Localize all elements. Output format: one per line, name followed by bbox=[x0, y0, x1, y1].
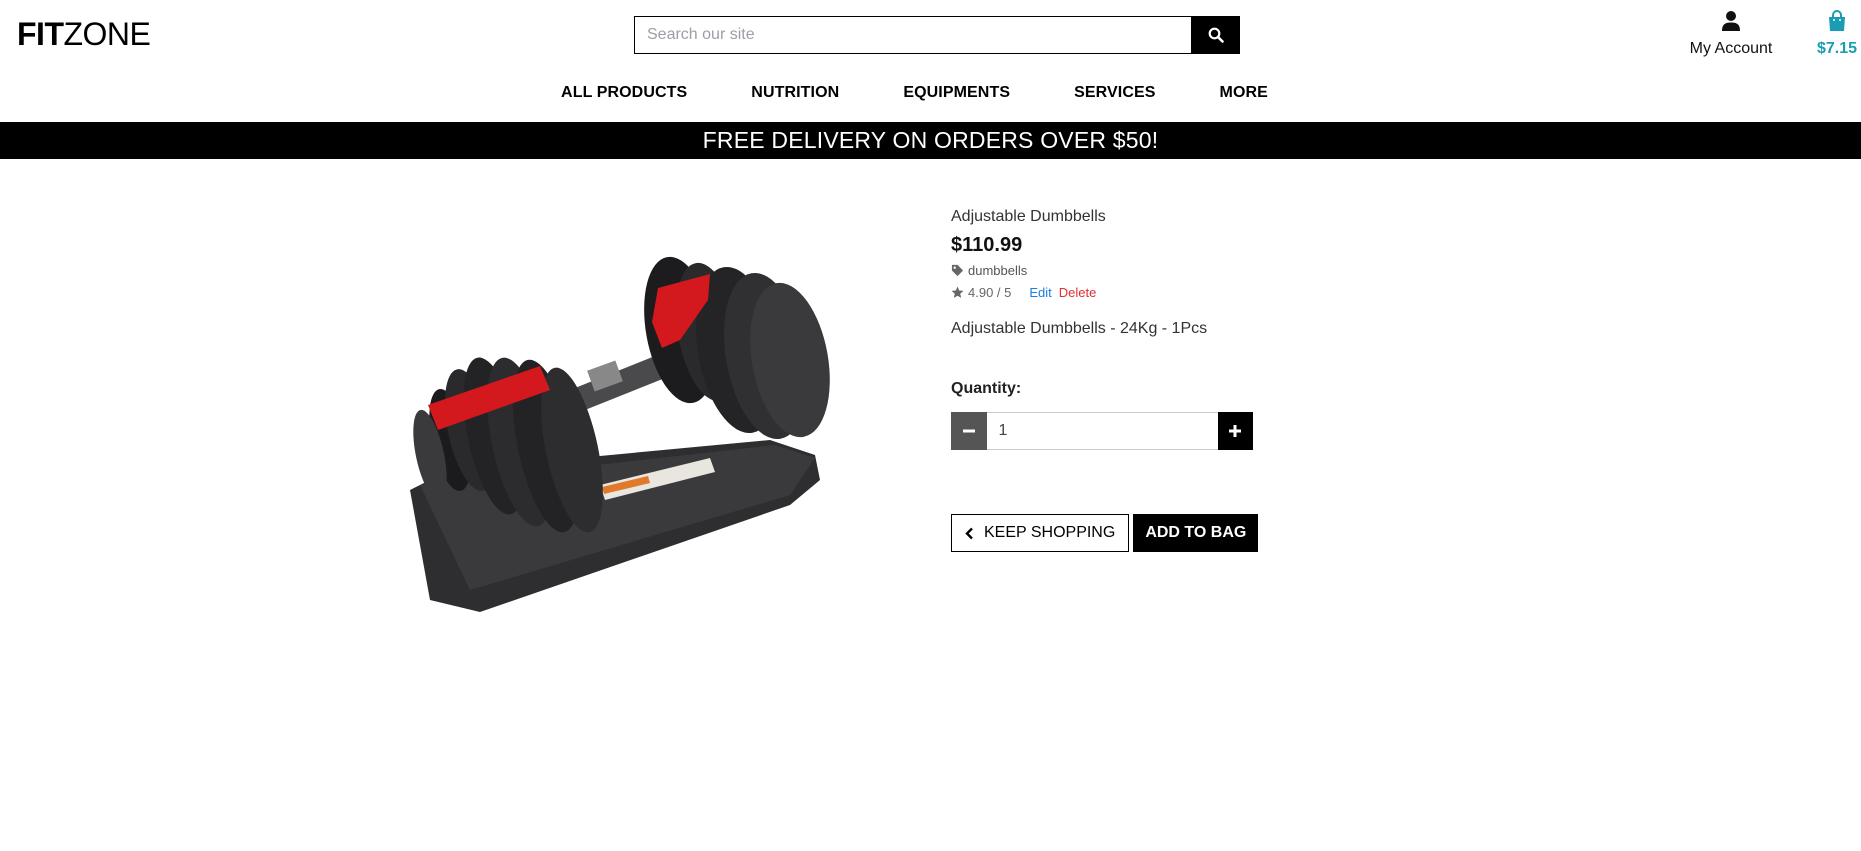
quantity-stepper bbox=[951, 412, 1253, 450]
main-nav: ALL PRODUCTS NUTRITION EQUIPMENTS SERVIC… bbox=[0, 84, 1861, 102]
nav-services[interactable]: SERVICES bbox=[1074, 84, 1155, 102]
rating-value: 4.90 / 5 bbox=[968, 285, 1012, 300]
delete-product-link[interactable]: Delete bbox=[1059, 285, 1097, 300]
search-bar bbox=[634, 16, 1240, 54]
category-label: dumbbells bbox=[968, 263, 1028, 278]
nav-more[interactable]: MORE bbox=[1220, 84, 1268, 102]
increment-button[interactable] bbox=[1217, 412, 1253, 450]
decrement-button[interactable] bbox=[951, 412, 987, 450]
product-image bbox=[410, 256, 830, 612]
product-rating: 4.90 / 5 Edit Delete bbox=[951, 285, 1271, 300]
search-button[interactable] bbox=[1191, 16, 1240, 54]
nav-equipments[interactable]: EQUIPMENTS bbox=[903, 84, 1010, 102]
product-name: Adjustable Dumbbells bbox=[951, 208, 1106, 225]
bag-total: $7.15 bbox=[1816, 40, 1858, 57]
plus-icon bbox=[1229, 425, 1242, 437]
logo-bold-text: FIT bbox=[17, 16, 64, 52]
my-account-link[interactable]: My Account bbox=[1685, 10, 1777, 58]
product-category[interactable]: dumbbells bbox=[951, 263, 1271, 278]
search-icon bbox=[1208, 27, 1224, 43]
chevron-left-icon bbox=[965, 527, 973, 539]
site-logo[interactable]: FITZONE bbox=[17, 16, 151, 53]
product-price: $110.99 bbox=[951, 234, 1023, 256]
product-info: Adjustable Dumbbells $110.99 dumbbells 4… bbox=[951, 208, 1271, 552]
star-icon bbox=[951, 286, 964, 298]
edit-product-link[interactable]: Edit bbox=[1029, 285, 1051, 300]
free-delivery-banner: FREE DELIVERY ON ORDERS OVER $50! bbox=[0, 122, 1861, 159]
my-account-label: My Account bbox=[1689, 40, 1773, 57]
product-actions: KEEP SHOPPING ADD TO BAG bbox=[951, 514, 1271, 552]
minus-icon bbox=[962, 429, 975, 433]
shopping-bag-icon bbox=[1829, 10, 1845, 31]
shopping-bag-link[interactable]: $7.15 bbox=[1812, 10, 1861, 58]
search-input[interactable] bbox=[634, 16, 1191, 54]
keep-shopping-button[interactable]: KEEP SHOPPING bbox=[951, 514, 1130, 552]
keep-shopping-label: KEEP SHOPPING bbox=[984, 524, 1116, 541]
quantity-input[interactable] bbox=[986, 412, 1218, 450]
product-description: Adjustable Dumbbells - 24Kg - 1Pcs bbox=[951, 320, 1208, 337]
logo-light-text: ZONE bbox=[63, 16, 151, 52]
user-icon bbox=[1722, 11, 1740, 31]
nav-nutrition[interactable]: NUTRITION bbox=[751, 84, 839, 102]
tag-icon bbox=[951, 264, 964, 277]
quantity-label: Quantity: bbox=[951, 380, 1022, 397]
nav-all-products[interactable]: ALL PRODUCTS bbox=[561, 84, 687, 102]
add-to-bag-button[interactable]: ADD TO BAG bbox=[1133, 514, 1259, 552]
